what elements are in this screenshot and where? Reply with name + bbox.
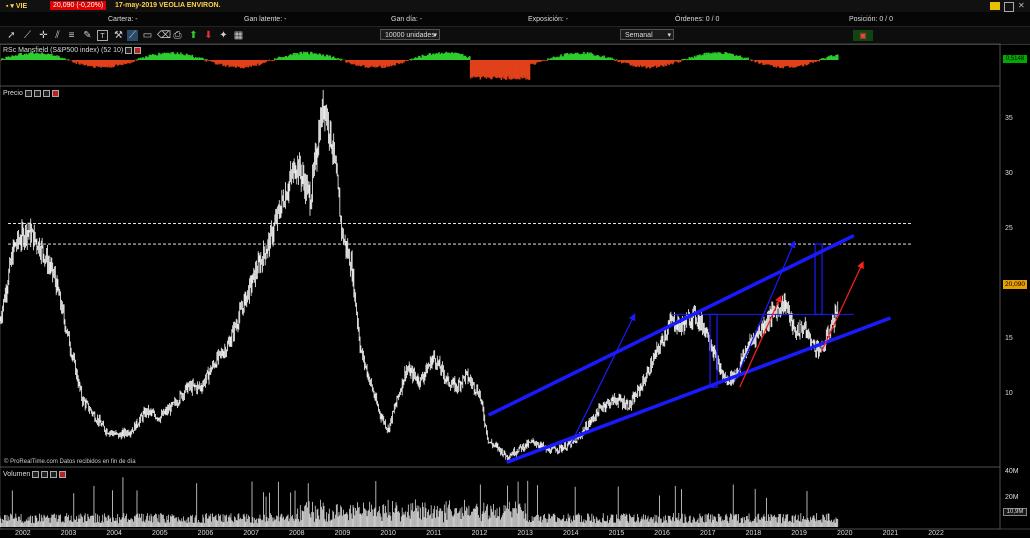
x-tick-label: 2018 — [745, 530, 762, 537]
chart-annotations — [8, 222, 912, 464]
x-tick-label: 2013 — [517, 530, 533, 537]
x-tick-label: 2010 — [380, 530, 396, 537]
price-chart[interactable] — [0, 0, 1030, 538]
x-tick-label: 2002 — [15, 530, 31, 537]
price-series — [0, 89, 839, 461]
rsc-indicator — [0, 51, 839, 80]
y-tick-15: 15 — [1005, 335, 1013, 342]
y-tick-25: 25 — [1005, 225, 1013, 232]
x-tick-label: 2022 — [928, 530, 944, 537]
x-tick-label: 2019 — [791, 530, 807, 537]
x-tick-label: 2003 — [60, 530, 77, 537]
x-tick-label: 2020 — [836, 530, 853, 537]
channel-upper-line — [487, 233, 855, 417]
y-tick-35: 35 — [1005, 115, 1013, 122]
panel-borders — [0, 43, 1001, 530]
x-tick-label: 2006 — [197, 530, 214, 537]
x-tick-label: 2014 — [562, 530, 579, 537]
y-tick-10: 10 — [1005, 390, 1013, 397]
x-tick-label: 2004 — [106, 530, 122, 537]
x-tick-label: 2011 — [426, 530, 442, 537]
x-tick-label: 2012 — [471, 530, 488, 537]
channel-lower-line — [506, 316, 892, 464]
volume-value-badge: 10,9M — [1003, 508, 1027, 516]
last-price-badge: 20,090 — [1003, 280, 1027, 289]
x-tick-label: 2021 — [882, 530, 899, 537]
x-tick-label: 2008 — [289, 530, 305, 537]
target-arrow-red — [739, 295, 782, 388]
x-tick-label: 2017 — [699, 530, 716, 537]
rsc-value-badge: 0,5148 — [1003, 55, 1027, 63]
axes — [0, 44, 1030, 530]
volume-tick-40m: 40M — [1005, 468, 1019, 475]
x-tick-label: 2005 — [152, 530, 168, 537]
x-tick-label: 2009 — [334, 530, 351, 537]
volume-bars — [0, 477, 839, 527]
volume-tick-20m: 20M — [1005, 494, 1019, 501]
x-tick-label: 2007 — [243, 530, 259, 537]
x-tick-label: 2016 — [654, 530, 670, 537]
x-tick-label: 2015 — [608, 530, 625, 537]
y-tick-30: 30 — [1005, 170, 1013, 177]
